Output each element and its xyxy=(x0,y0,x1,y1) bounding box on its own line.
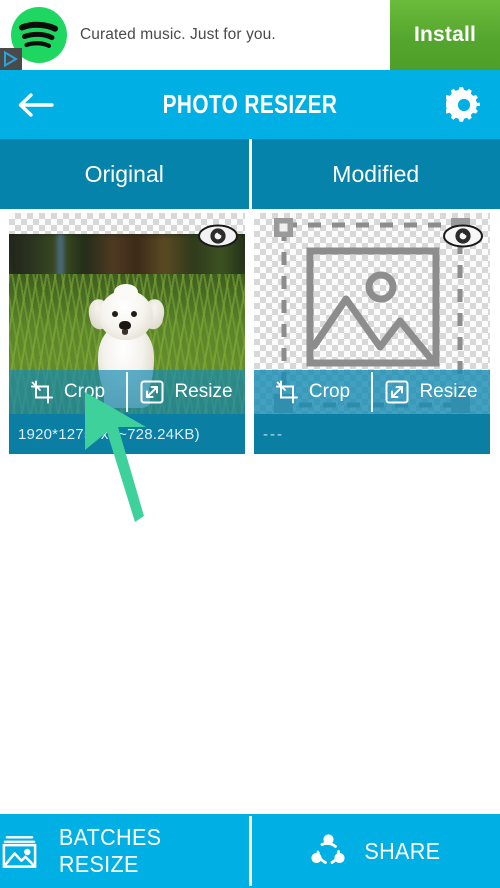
share-button[interactable]: SHARE xyxy=(252,814,500,888)
app-screen: Curated music. Just for you. Install PHO… xyxy=(0,0,500,888)
original-crop-action[interactable]: Crop xyxy=(9,370,126,414)
crop-icon xyxy=(30,380,53,404)
adchoices-triangle-icon xyxy=(4,50,18,68)
modified-crop-label: Crop xyxy=(308,381,351,402)
modified-resize-action[interactable]: Resize xyxy=(373,370,490,414)
dog-nose xyxy=(119,321,131,330)
original-actions: Crop Resize xyxy=(9,370,245,414)
eye-icon xyxy=(443,224,483,248)
modified-crop-action[interactable]: Crop xyxy=(254,370,371,414)
resize-icon xyxy=(140,380,164,404)
dog-head-tuft xyxy=(114,284,138,300)
share-label: SHARE xyxy=(364,837,441,864)
original-image-info: 1920*1275px (~728.24KB) xyxy=(9,414,245,454)
dog-mouth xyxy=(122,330,128,335)
tab-original[interactable]: Original xyxy=(0,139,249,209)
dog-eye-right xyxy=(131,311,137,317)
share-nodes-icon xyxy=(311,834,345,864)
arrow-left-icon xyxy=(18,92,54,117)
app-header: PHOTO RESIZER xyxy=(0,70,500,139)
resize-icon xyxy=(385,380,409,404)
back-button[interactable] xyxy=(0,70,72,139)
view-tabs: Original Modified xyxy=(0,139,500,209)
ad-banner[interactable]: Curated music. Just for you. Install xyxy=(0,0,500,70)
modified-image-info: --- xyxy=(254,414,490,454)
original-resize-action[interactable]: Resize xyxy=(128,370,245,414)
settings-button[interactable] xyxy=(428,70,500,139)
original-image-card[interactable]: Crop Resize 1920*1275px (~728.24KB) xyxy=(9,213,245,454)
dog-eye-left xyxy=(112,311,118,317)
image-cards: Crop Resize 1920*1275px (~728.24KB) Crop… xyxy=(0,209,500,454)
original-crop-label: Crop xyxy=(63,381,106,402)
batches-resize-label: BATCHES RESIZE xyxy=(58,824,162,877)
original-resize-label: Resize xyxy=(174,381,233,402)
install-button[interactable]: Install xyxy=(390,0,500,70)
crop-icon xyxy=(275,380,298,404)
modified-image-card[interactable]: Crop Resize --- xyxy=(254,213,490,454)
page-title: PHOTO RESIZER xyxy=(162,89,338,119)
modified-resize-label: Resize xyxy=(419,381,478,402)
adchoices-icon[interactable] xyxy=(0,48,22,70)
original-preview-toggle[interactable] xyxy=(197,221,239,251)
batches-resize-button[interactable]: BATCHES RESIZE xyxy=(0,814,249,888)
modified-preview-toggle[interactable] xyxy=(442,221,484,251)
ad-headline: Curated music. Just for you. xyxy=(80,26,276,43)
modified-actions: Crop Resize xyxy=(254,370,490,414)
eye-icon xyxy=(198,224,238,248)
ad-logo-container xyxy=(0,0,78,70)
gear-icon xyxy=(446,86,480,122)
bottom-action-bar: BATCHES RESIZE SHARE xyxy=(0,814,500,888)
images-stack-icon xyxy=(2,836,37,868)
tab-modified[interactable]: Modified xyxy=(251,139,500,209)
